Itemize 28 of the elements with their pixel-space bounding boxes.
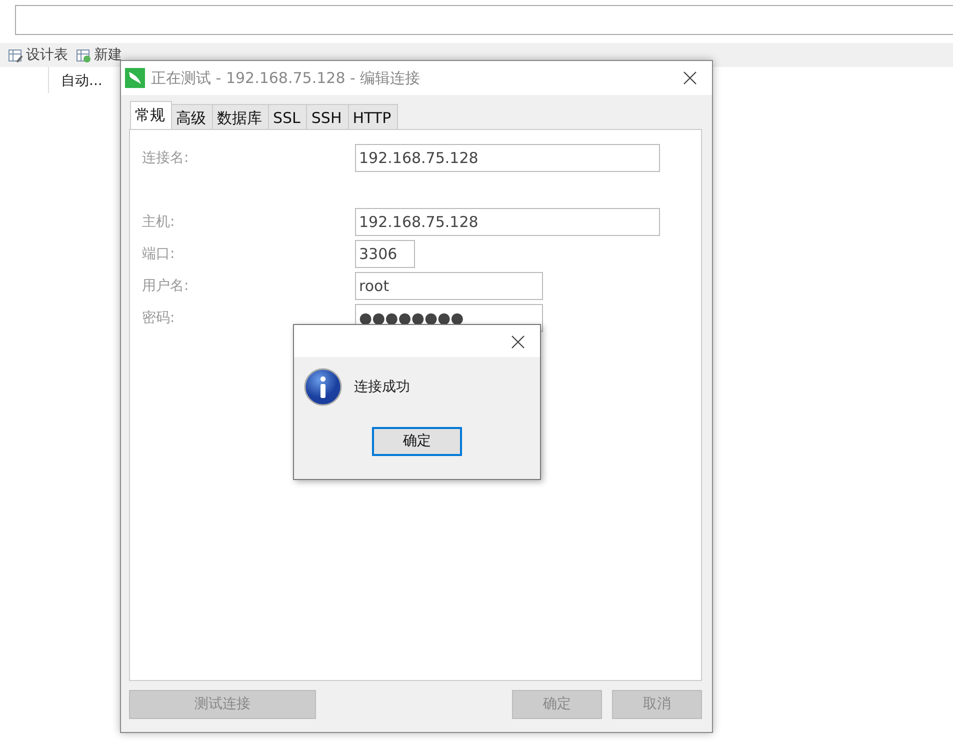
field-label: 主机: — [142, 212, 176, 232]
input-field[interactable]: 3306 — [355, 240, 415, 268]
close-icon — [510, 334, 526, 350]
table-edit-icon — [8, 48, 23, 62]
field-label: 用户名: — [142, 276, 190, 296]
toolbar-item[interactable]: 新建 — [76, 44, 122, 66]
tab[interactable]: SSH — [306, 104, 349, 129]
field-label: 端口: — [142, 244, 176, 264]
input-field[interactable]: 192.168.75.128 — [355, 208, 660, 236]
close-icon — [682, 70, 698, 86]
table-add-icon — [76, 48, 91, 62]
tab[interactable]: 数据库 — [212, 104, 269, 129]
toolbar-item[interactable]: 设计表 — [8, 44, 68, 66]
field-label: 密码: — [142, 308, 176, 328]
tab[interactable]: SSL — [268, 104, 308, 129]
field-label: 连接名: — [142, 148, 190, 168]
tab[interactable]: 常规 — [130, 101, 172, 129]
tab[interactable]: 高级 — [171, 104, 213, 129]
input-field[interactable]: root — [355, 272, 543, 300]
column-header: 自动... — [48, 67, 114, 93]
app-logo-icon — [125, 68, 145, 88]
ok-button[interactable]: 确定 — [372, 427, 462, 456]
window-title: 正在测试 - 192.168.75.128 - 编辑连接 — [151, 68, 420, 89]
tab[interactable]: HTTP — [348, 104, 398, 129]
message-text: 连接成功 — [354, 378, 410, 396]
text-field[interactable] — [15, 5, 953, 35]
info-icon — [304, 368, 342, 406]
input-field[interactable]: 192.168.75.128 — [355, 144, 660, 172]
